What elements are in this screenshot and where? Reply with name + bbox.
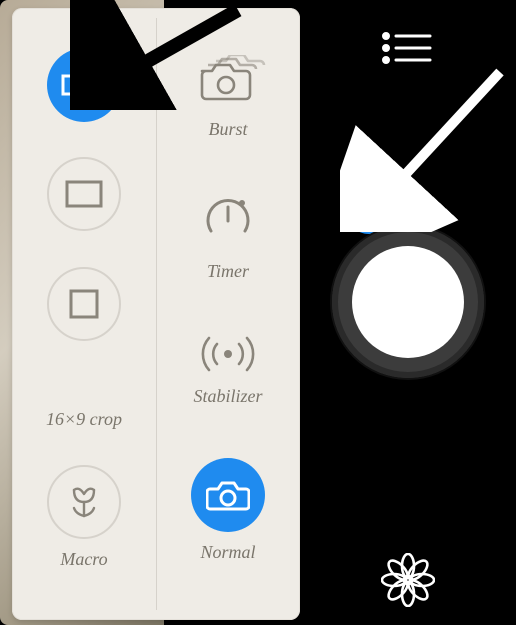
normal-label: Normal [200,542,255,563]
aspect-square-option[interactable] [47,267,121,373]
tulip-icon [47,465,121,539]
macro-option[interactable]: Macro [47,465,121,570]
aspect-standard-icon [47,157,121,231]
timer-label: Timer [207,261,249,282]
aspect-wide-option[interactable] [47,48,121,122]
shutter-button[interactable] [332,226,484,378]
burst-option[interactable]: Burst [190,55,266,140]
aspect-square-icon [47,267,121,341]
timer-icon [198,191,258,251]
gallery-button[interactable] [381,553,435,607]
camera-icon [191,458,265,532]
stabilizer-icon [193,332,263,376]
capture-controls [300,0,516,625]
timer-option[interactable]: Timer [198,191,258,282]
shutter-inner [352,246,464,358]
stabilizer-label: Stabilizer [193,386,262,407]
menu-button[interactable] [380,28,436,68]
burst-icon [190,55,266,109]
burst-label: Burst [208,119,247,140]
aspect-standard-option[interactable] [47,157,121,231]
crop-caption: 16×9 crop [46,409,122,430]
aspect-wide-icon [47,48,121,122]
normal-option[interactable]: Normal [191,458,265,563]
close-button[interactable] [346,188,392,234]
options-panel: 16×9 crop Macro [12,8,300,620]
stabilizer-option[interactable]: Stabilizer [193,332,263,407]
macro-label: Macro [60,549,107,570]
